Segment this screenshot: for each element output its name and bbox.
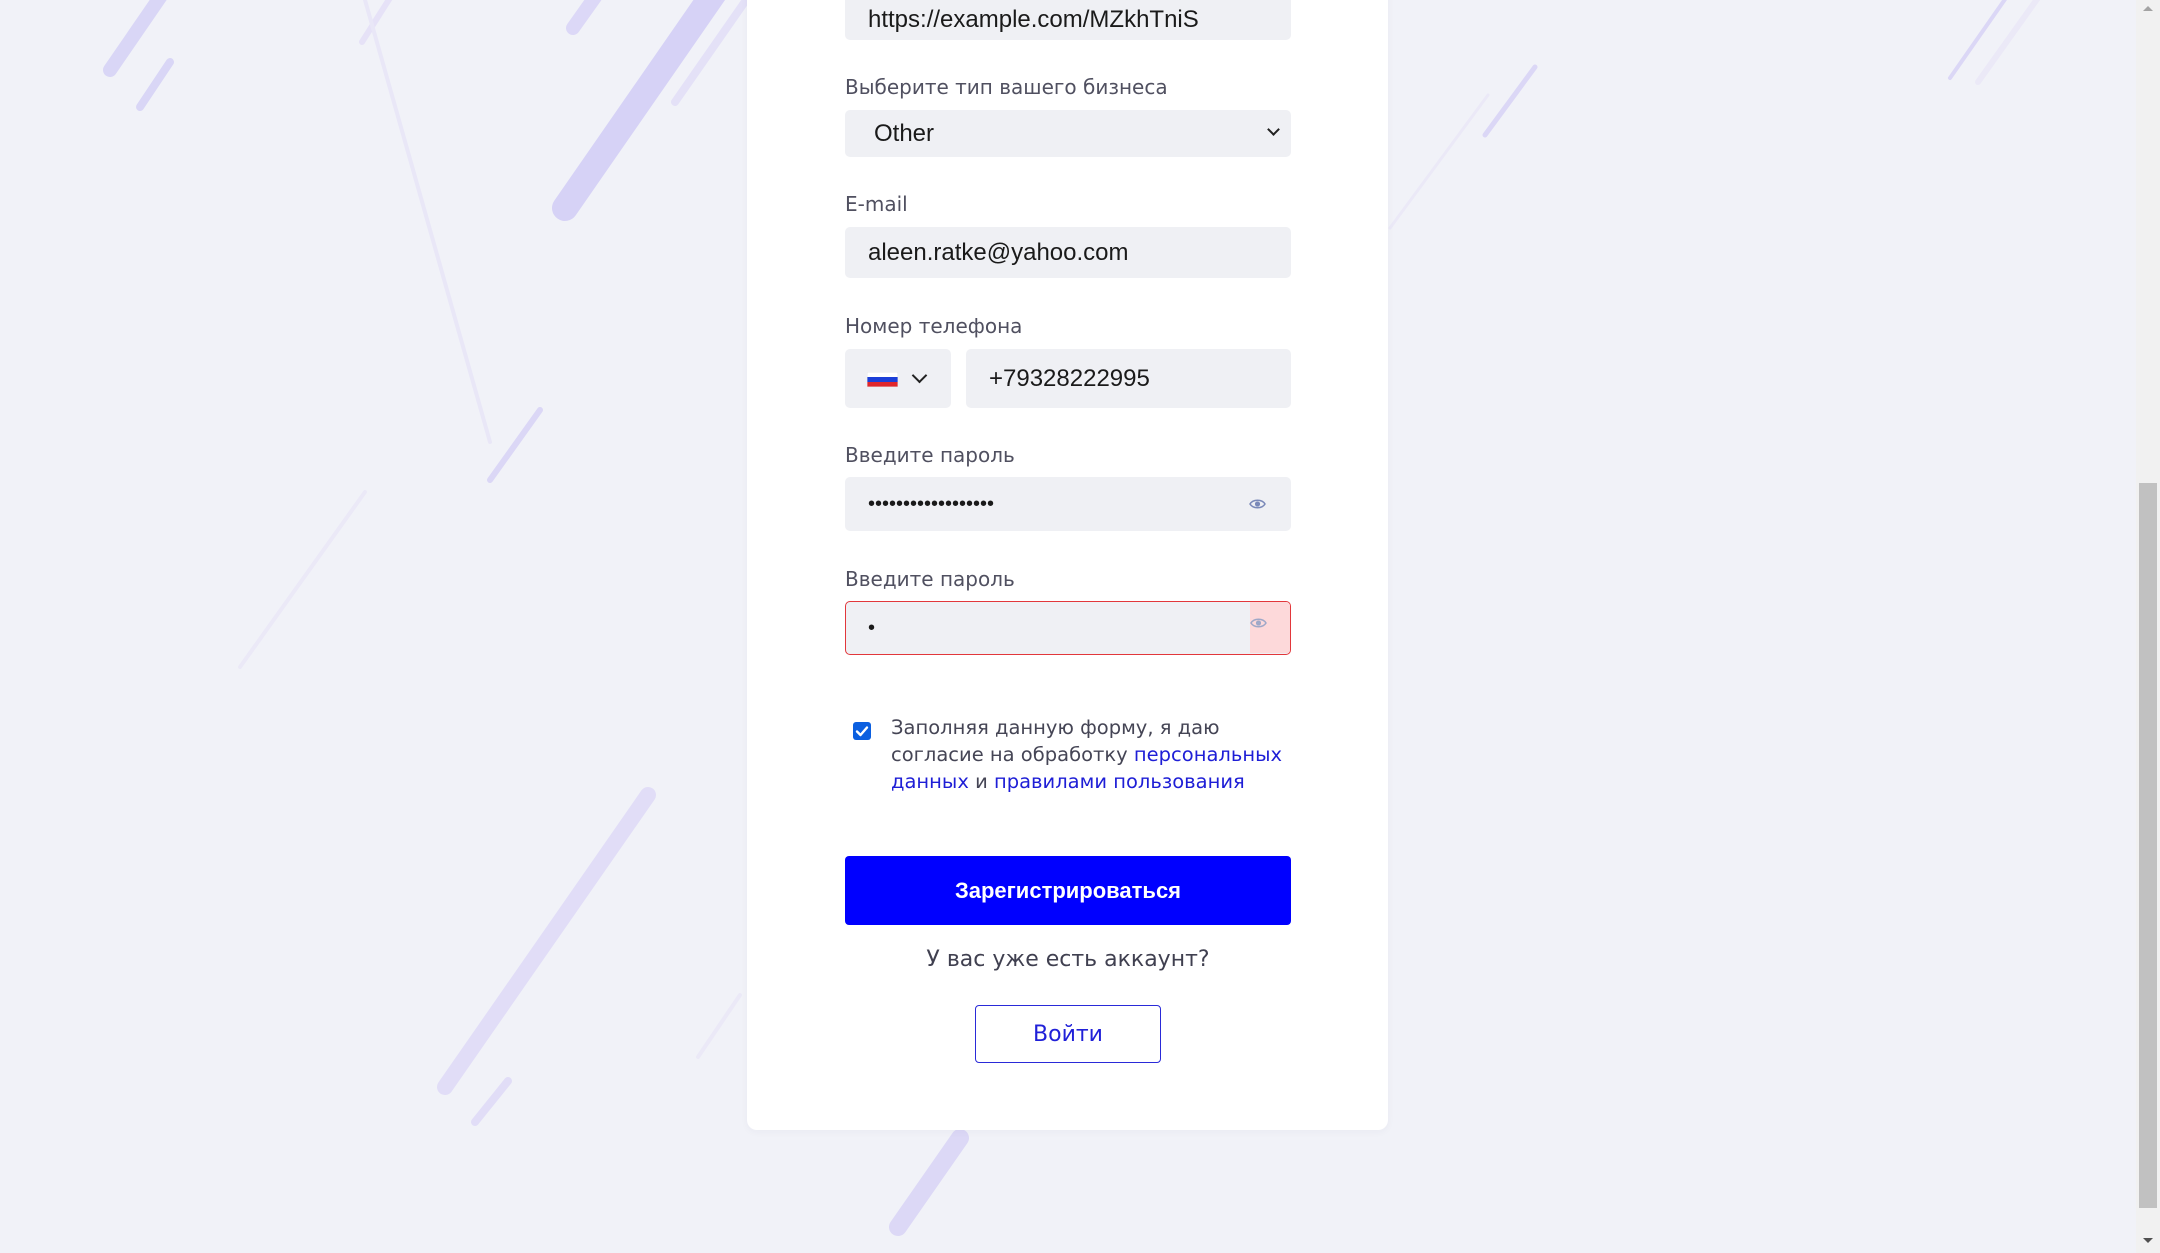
phone-label: Номер телефона	[845, 314, 1023, 338]
email-label: E-mail	[845, 192, 908, 216]
business-type-value: Other	[874, 119, 935, 147]
password-value: ••••••••••••••••••	[868, 492, 995, 515]
website-field[interactable]: https://example.com/MZkhTniS	[845, 0, 1291, 40]
business-type-select[interactable]: Other	[845, 110, 1291, 157]
chevron-down-icon	[1267, 123, 1280, 136]
chevron-down-icon	[911, 367, 928, 384]
business-type-label: Выберите тип вашего бизнеса	[845, 75, 1168, 99]
eye-icon[interactable]	[1249, 497, 1266, 511]
consent-text-part: и	[968, 770, 994, 793]
password-confirm-label: Введите пароль	[845, 567, 1015, 591]
password-confirm-input[interactable]: •	[845, 601, 1291, 655]
terms-link[interactable]: правилами пользования	[994, 770, 1245, 793]
login-button[interactable]: Войти	[975, 1005, 1161, 1063]
eye-icon[interactable]	[1250, 616, 1267, 630]
password-input[interactable]: ••••••••••••••••••	[845, 477, 1291, 531]
password-confirm-value: •	[868, 616, 876, 639]
register-button[interactable]: Зарегистрироваться	[845, 856, 1291, 925]
have-account-text: У вас уже есть аккаунт?	[926, 947, 1210, 972]
password-label: Введите пароль	[845, 443, 1015, 467]
scroll-down-icon[interactable]	[2143, 1238, 2153, 1243]
phone-input[interactable]: +79328222995	[966, 349, 1291, 408]
checkmark-icon	[855, 726, 869, 737]
phone-country-select[interactable]	[845, 349, 951, 408]
consent-text: Заполняя данную форму, я даю согласие на…	[891, 714, 1301, 795]
ru-flag-icon	[867, 372, 898, 387]
scroll-up-icon[interactable]	[2143, 6, 2153, 11]
email-field[interactable]: aleen.ratke@yahoo.com	[845, 227, 1291, 278]
scrollbar[interactable]	[2136, 0, 2160, 1253]
consent-checkbox[interactable]	[853, 722, 871, 740]
scrollbar-thumb[interactable]	[2139, 483, 2157, 1208]
